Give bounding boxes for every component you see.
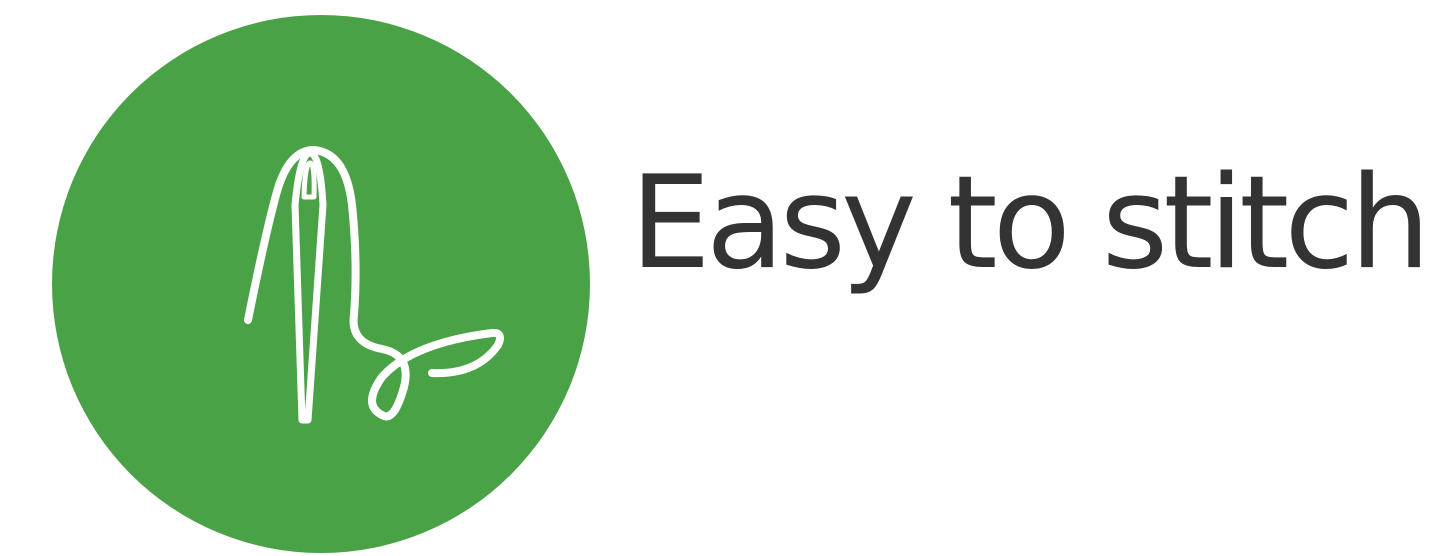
needle-and-thread-icon (244, 146, 504, 424)
icon-circle (52, 15, 590, 553)
feature-title: Easy to stitch (630, 149, 1431, 298)
feature-badge: Easy to stitch (0, 0, 1451, 556)
